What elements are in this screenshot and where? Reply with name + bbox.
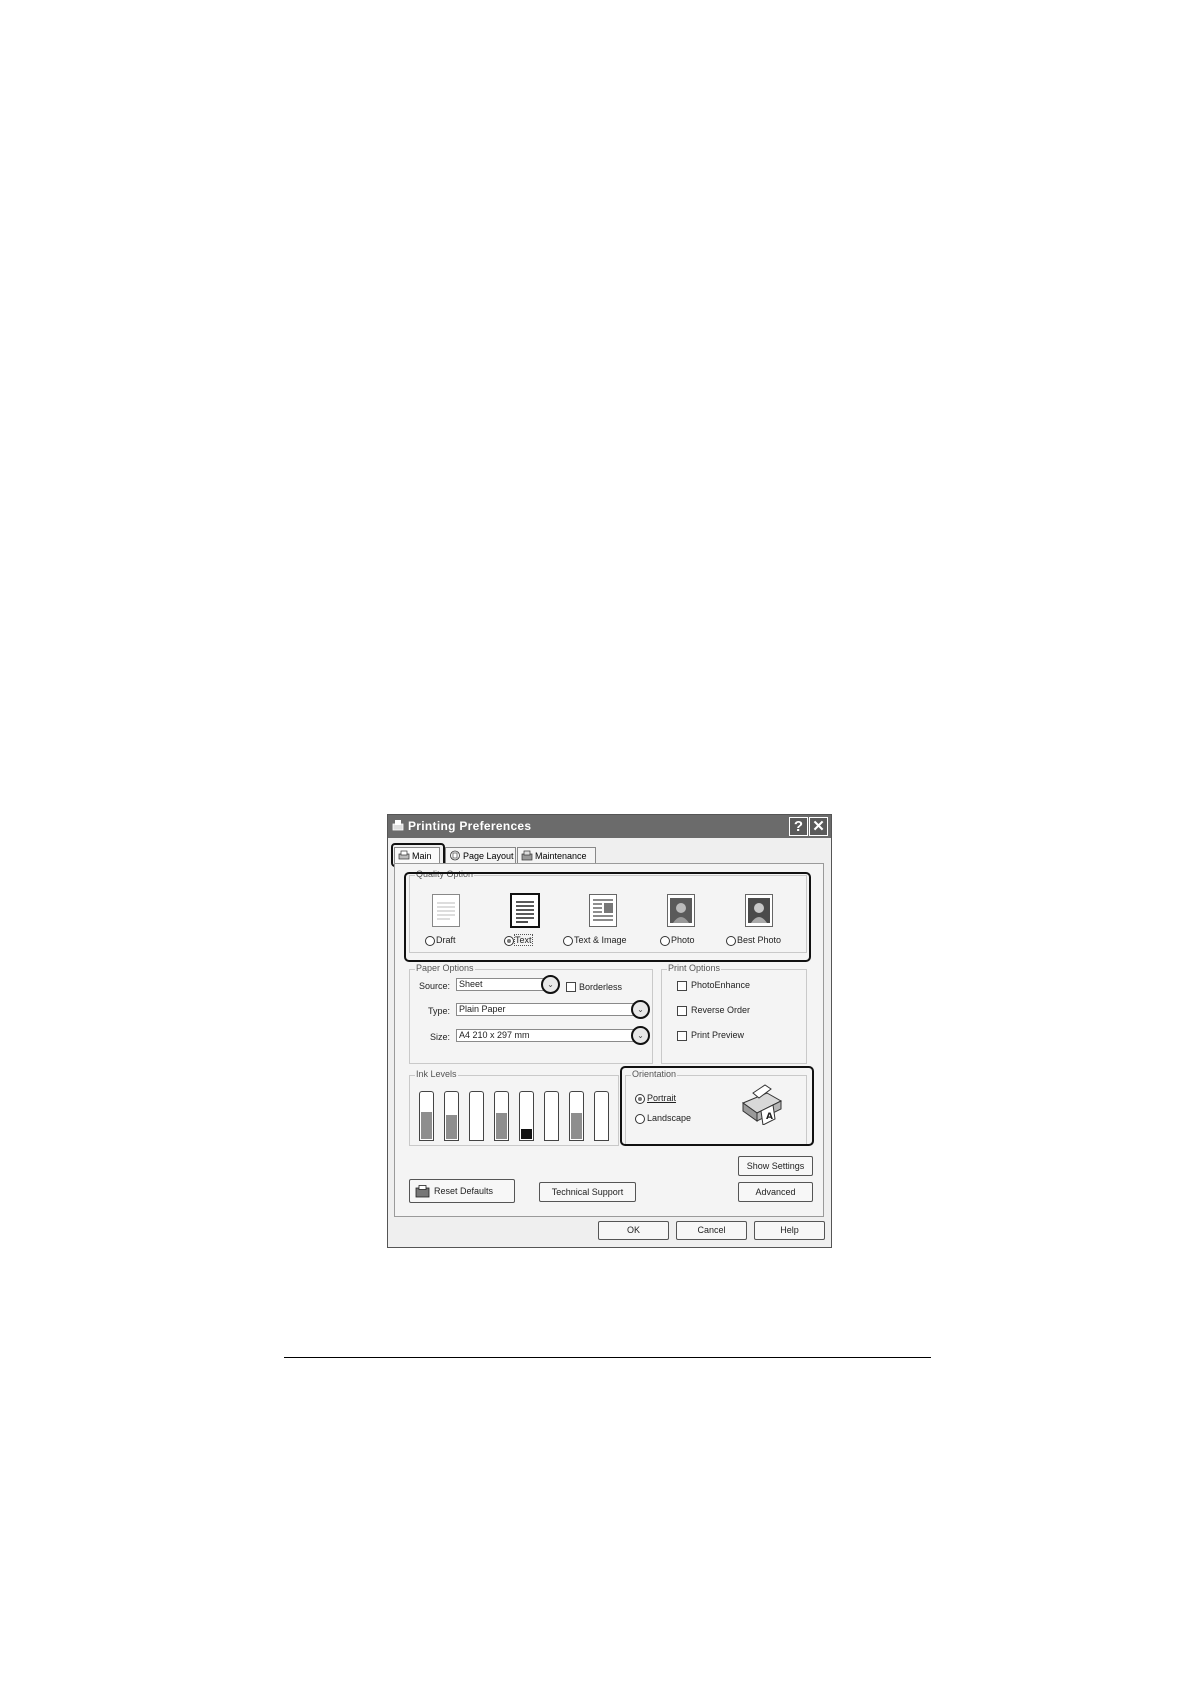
ink-level-bar	[519, 1091, 534, 1141]
landscape-radio[interactable]	[635, 1114, 645, 1124]
help-label: Help	[780, 1225, 799, 1235]
advanced-label: Advanced	[755, 1187, 796, 1197]
ink-cartridge-cap	[419, 1091, 434, 1095]
size-label: Size:	[430, 1032, 451, 1042]
layout-icon	[450, 850, 460, 861]
show-settings-label: Show Settings	[746, 1161, 805, 1171]
tab-page-layout-label: Page Layout	[463, 851, 514, 861]
ink-levels-label: Ink Levels	[415, 1069, 458, 1079]
ok-button[interactable]: OK	[598, 1221, 669, 1240]
landscape-label: Landscape	[647, 1113, 692, 1123]
ink-cartridge-cap	[494, 1091, 509, 1095]
ink-level-bar	[469, 1091, 484, 1141]
ink-cartridge-cap	[469, 1091, 484, 1095]
photo-enhance-checkbox[interactable]	[677, 981, 687, 991]
draft-quality-icon[interactable]	[432, 894, 460, 927]
print-options-label: Print Options	[667, 963, 722, 973]
best-photo-label: Best Photo	[737, 935, 782, 945]
close-title-button[interactable]: ✕	[809, 817, 828, 836]
tab-maintenance[interactable]: Maintenance	[517, 847, 596, 864]
type-label: Type:	[428, 1006, 451, 1016]
ink-level-bar	[544, 1091, 559, 1141]
tab-maintenance-label: Maintenance	[535, 851, 587, 861]
ink-cartridge-cap	[544, 1091, 559, 1095]
tab-page-layout[interactable]: Page Layout	[445, 847, 516, 864]
portrait-label: Portrait	[647, 1093, 677, 1103]
print-preview-checkbox[interactable]	[677, 1031, 687, 1041]
text-image-radio[interactable]	[563, 936, 573, 946]
maintenance-icon	[521, 850, 533, 861]
type-select[interactable]: Plain Paper	[456, 1003, 638, 1016]
printing-preferences-dialog: Printing Preferences ? ✕ Main Page Layou…	[387, 814, 832, 1248]
source-label: Source:	[419, 981, 451, 991]
ink-level-fill	[421, 1112, 432, 1139]
reset-defaults-button[interactable]: Reset Defaults	[409, 1179, 515, 1203]
reverse-order-checkbox[interactable]	[677, 1006, 687, 1016]
photo-quality-icon[interactable]	[667, 894, 695, 927]
best-photo-quality-icon[interactable]	[745, 894, 773, 927]
ink-level-bar	[569, 1091, 584, 1141]
type-dropdown-button[interactable]: ⌄	[631, 1000, 650, 1019]
portrait-printer-illustration: A	[741, 1084, 783, 1125]
advanced-button[interactable]: Advanced	[738, 1182, 813, 1202]
text-radio[interactable]	[504, 936, 514, 946]
portrait-radio[interactable]	[635, 1094, 645, 1104]
cancel-button[interactable]: Cancel	[676, 1221, 747, 1240]
printer-icon	[392, 820, 404, 831]
borderless-label: Borderless	[579, 982, 623, 992]
ink-levels-bars	[419, 1090, 619, 1142]
text-image-quality-icon[interactable]	[589, 894, 617, 927]
print-preview-label: Print Preview	[691, 1030, 745, 1040]
cancel-label: Cancel	[697, 1225, 726, 1235]
source-dropdown-button[interactable]: ⌄	[541, 975, 560, 994]
ink-cartridge-cap	[444, 1091, 459, 1095]
text-image-label: Text & Image	[574, 935, 627, 945]
ink-level-bar	[594, 1091, 609, 1141]
source-select[interactable]: Sheet	[456, 978, 548, 991]
title-bar[interactable]: Printing Preferences ? ✕	[388, 815, 831, 838]
ink-level-bar	[419, 1091, 434, 1141]
help-button[interactable]: Help	[754, 1221, 825, 1240]
ink-level-fill	[446, 1115, 457, 1139]
best-photo-radio[interactable]	[726, 936, 736, 946]
technical-support-label: Technical Support	[551, 1187, 624, 1197]
svg-text:A: A	[766, 1112, 773, 1122]
ink-level-fill	[571, 1113, 582, 1139]
ink-level-fill	[521, 1129, 532, 1139]
window-title: Printing Preferences	[408, 819, 532, 833]
ink-cartridge-cap	[519, 1091, 534, 1095]
size-dropdown-button[interactable]: ⌄	[631, 1026, 650, 1045]
borderless-checkbox[interactable]	[566, 982, 576, 992]
photo-radio[interactable]	[660, 936, 670, 946]
text-quality-icon[interactable]	[510, 893, 540, 928]
technical-support-button[interactable]: Technical Support	[539, 1182, 636, 1202]
show-settings-button[interactable]: Show Settings	[738, 1156, 813, 1176]
photo-label: Photo	[671, 935, 695, 945]
text-label: Text	[514, 934, 533, 946]
ink-cartridge-cap	[594, 1091, 609, 1095]
reset-defaults-icon	[415, 1185, 430, 1198]
ink-cartridge-cap	[569, 1091, 584, 1095]
photo-enhance-label: PhotoEnhance	[691, 980, 751, 990]
ink-level-fill	[496, 1113, 507, 1139]
ink-level-bar	[444, 1091, 459, 1141]
ok-label: OK	[626, 1225, 640, 1235]
page-footer-rule	[284, 1357, 931, 1358]
ink-level-bar	[494, 1091, 509, 1141]
size-select[interactable]: A4 210 x 297 mm	[456, 1029, 638, 1042]
reverse-order-label: Reverse Order	[691, 1005, 751, 1015]
paper-options-label: Paper Options	[415, 963, 475, 973]
reset-defaults-label: Reset Defaults	[434, 1186, 494, 1196]
draft-radio[interactable]	[425, 936, 435, 946]
help-title-button[interactable]: ?	[789, 817, 808, 836]
main-tab-panel: Quality Option Draft Text Text & Image P…	[394, 863, 824, 1217]
draft-label: Draft	[436, 935, 456, 945]
